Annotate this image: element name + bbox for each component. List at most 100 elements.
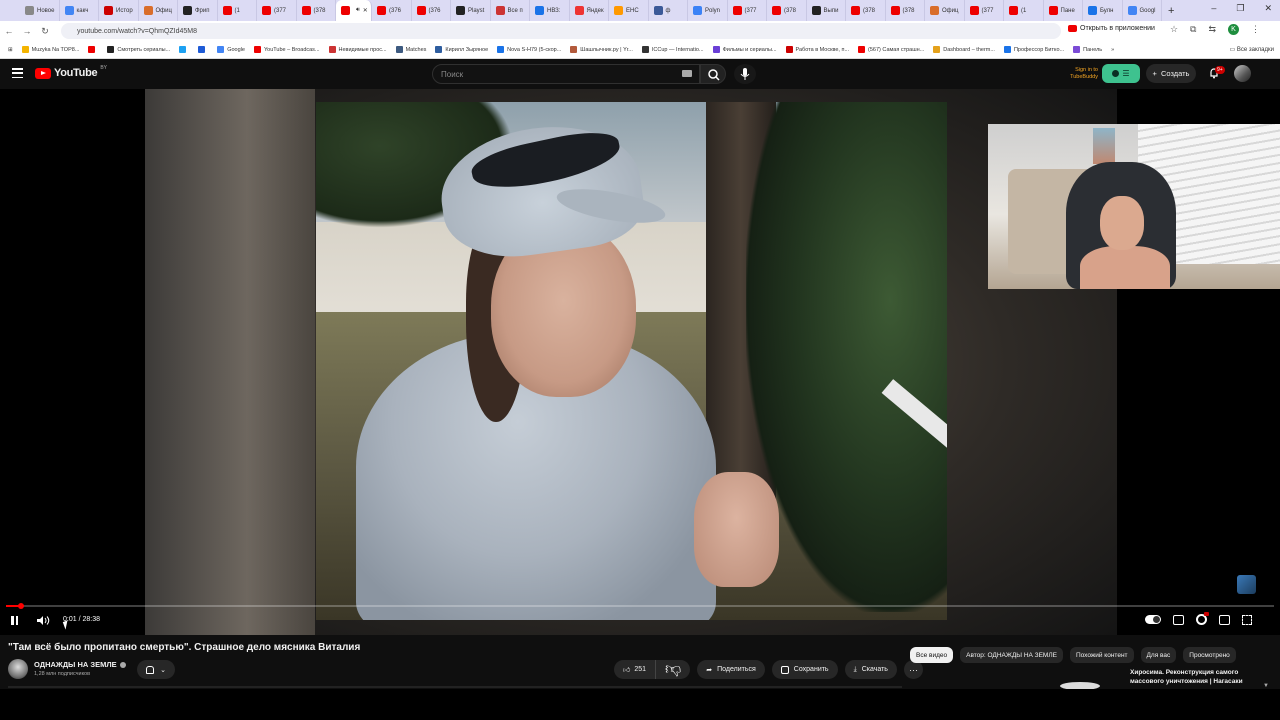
bookmark-star-icon[interactable]: ☆ [1170,24,1178,35]
bookmark-item[interactable] [198,46,208,53]
video-player[interactable]: 0:01 / 28:38 [0,89,1280,635]
browser-tab[interactable]: (377 [728,0,767,21]
browser-tab[interactable]: Новое [20,0,60,21]
bookmark-item[interactable]: ICCup — Internatio... [641,46,704,53]
cast-icon[interactable]: ⇆ [1208,24,1216,35]
browser-tab[interactable]: (378 [297,0,336,21]
bookmark-item[interactable] [179,46,189,53]
reload-icon[interactable]: ↻ [36,26,54,37]
search-input[interactable]: Поиск [432,64,700,84]
subtitles-icon[interactable] [1173,614,1184,625]
bookmark-item[interactable]: Работа в Москве, п... [785,46,849,53]
bookmark-item[interactable]: Смотреть сериалы... [107,46,170,53]
channel-avatar[interactable] [8,659,28,679]
extensions-icon[interactable]: ⧉ [1190,24,1196,35]
bookmark-item[interactable]: Шашлычник.ру | Yr... [570,46,633,53]
back-icon[interactable]: ← [0,26,18,36]
browser-tab[interactable]: (378 [886,0,925,21]
apps-grid-icon[interactable]: ⊞ [8,47,13,53]
volume-icon[interactable] [36,615,50,626]
create-button[interactable]: + Создать [1146,64,1196,83]
bookmark-item[interactable]: Dashboard – therm... [933,46,995,53]
filter-chip[interactable]: Для вас [1140,647,1177,663]
browser-tab[interactable]: (1 [218,0,257,21]
browser-tab[interactable]: 🔊︎ ✕ [336,0,372,21]
filter-chip[interactable]: Просмотрено [1183,647,1236,663]
recommended-video-thumbnail[interactable] [1008,668,1120,690]
browser-tab[interactable]: (1 [1004,0,1044,21]
minimize-icon[interactable]: – [1211,3,1216,14]
bookmark-item[interactable]: Фильмы и сериалы... [712,46,777,53]
like-button[interactable]: 👍︎ 251 [614,660,657,679]
browser-tab[interactable]: Яндек [570,0,609,21]
bookmark-item[interactable]: Google [217,46,245,53]
browser-tab[interactable]: (377 [965,0,1004,21]
all-bookmarks-folder[interactable]: ▭ Все закладки [1230,46,1274,53]
more-bookmarks-button[interactable]: » [1111,47,1114,53]
bookmark-item[interactable]: Профессор Битко... [1003,46,1064,53]
voice-search-button[interactable] [734,64,756,84]
tubebuddy-signin[interactable]: Sign in to TubeBuddy [1056,67,1098,81]
tab-close-icon[interactable]: ✕ [363,7,368,14]
maximize-icon[interactable]: ❐ [1236,3,1244,14]
browser-tab[interactable]: НВЗ: [530,0,570,21]
bookmark-item[interactable]: Кирилл Зыряное [435,46,488,53]
tubebuddy-button[interactable]: ☰ [1102,64,1140,83]
browser-tab[interactable]: (378 [846,0,886,21]
browser-tab[interactable]: Булн [1083,0,1123,21]
browser-tab[interactable]: Истор [99,0,139,21]
filter-chip[interactable]: Все видео [910,647,954,663]
browser-tab[interactable]: (376 [372,0,412,21]
browser-tab[interactable]: Офиц [925,0,965,21]
bookmark-item[interactable]: YouTube – Broadcas... [253,46,320,53]
video-frame[interactable] [316,102,947,620]
browser-tab[interactable]: Пане [1044,0,1083,21]
open-in-app-button[interactable]: Открыть в приложении [1068,25,1155,32]
browser-tab[interactable]: (378 [767,0,807,21]
download-button[interactable]: ⤓ Скачать [844,660,897,679]
bookmark-item[interactable]: Muzyka Na TOP8... [21,46,79,53]
browser-tab[interactable]: Googl [1123,0,1162,21]
browser-tab[interactable]: (377 [257,0,297,21]
youtube-logo[interactable]: YouTube BY [35,65,107,79]
progress-bar[interactable] [6,603,1274,609]
pause-button[interactable] [11,616,18,625]
subscription-bell-button[interactable]: ⌄ [137,660,175,679]
menu-kebab-icon[interactable]: ⋮ [1251,24,1260,35]
bookmark-item[interactable]: Невидимые прос... [328,46,387,53]
settings-gear-icon[interactable] [1196,612,1209,625]
hamburger-menu-icon[interactable] [12,68,23,78]
bookmark-item[interactable]: (567) Самая страшн... [858,46,924,53]
progress-scrubber[interactable] [18,603,25,609]
bookmark-item[interactable]: Панель [1073,46,1102,53]
browser-tab[interactable]: Офиц [139,0,178,21]
bookmark-item[interactable] [88,46,98,53]
browser-tab[interactable]: Фрип [178,0,218,21]
user-avatar[interactable] [1234,65,1251,82]
bookmark-item[interactable]: Matches [395,46,426,53]
filter-chip[interactable]: Автор: ОДНАЖДЫ НА ЗЕМЛЕ [960,647,1063,663]
browser-tab[interactable]: ЕНС [609,0,649,21]
search-button[interactable] [700,64,726,84]
autoplay-toggle[interactable] [1145,615,1161,624]
browser-tab[interactable]: какч [60,0,99,21]
browser-tab[interactable]: Playst [451,0,491,21]
browser-tab[interactable]: (376 [412,0,451,21]
share-button[interactable]: ➦ Поделиться [697,660,765,679]
recommended-video-title[interactable]: Хиросима. Реконструкция самого массового… [1130,668,1260,686]
new-tab-button[interactable]: + [1168,5,1174,17]
forward-icon[interactable]: → [18,26,36,36]
tab-audio-icon[interactable]: 🔊︎ [356,7,360,14]
save-button[interactable]: Сохранить [771,660,838,679]
filter-chip[interactable]: Похожий контент [1069,647,1134,663]
keyboard-icon[interactable] [682,70,692,77]
close-icon[interactable]: ✕ [1264,3,1272,14]
url-field[interactable]: youtube.com/watch?v=QhmQZId45M8 [61,23,1061,39]
channel-watermark[interactable] [1237,575,1256,594]
dislike-button[interactable]: 👎︎ [656,660,690,679]
fullscreen-icon[interactable] [1242,614,1252,625]
bookmark-item[interactable]: Nova S-H79 (5-скор... [497,46,561,53]
profile-avatar[interactable]: K [1228,24,1239,35]
browser-tab[interactable]: Выпи [807,0,846,21]
channel-name-link[interactable]: ОДНАЖДЫ НА ЗЕМЛЕ [34,660,126,669]
